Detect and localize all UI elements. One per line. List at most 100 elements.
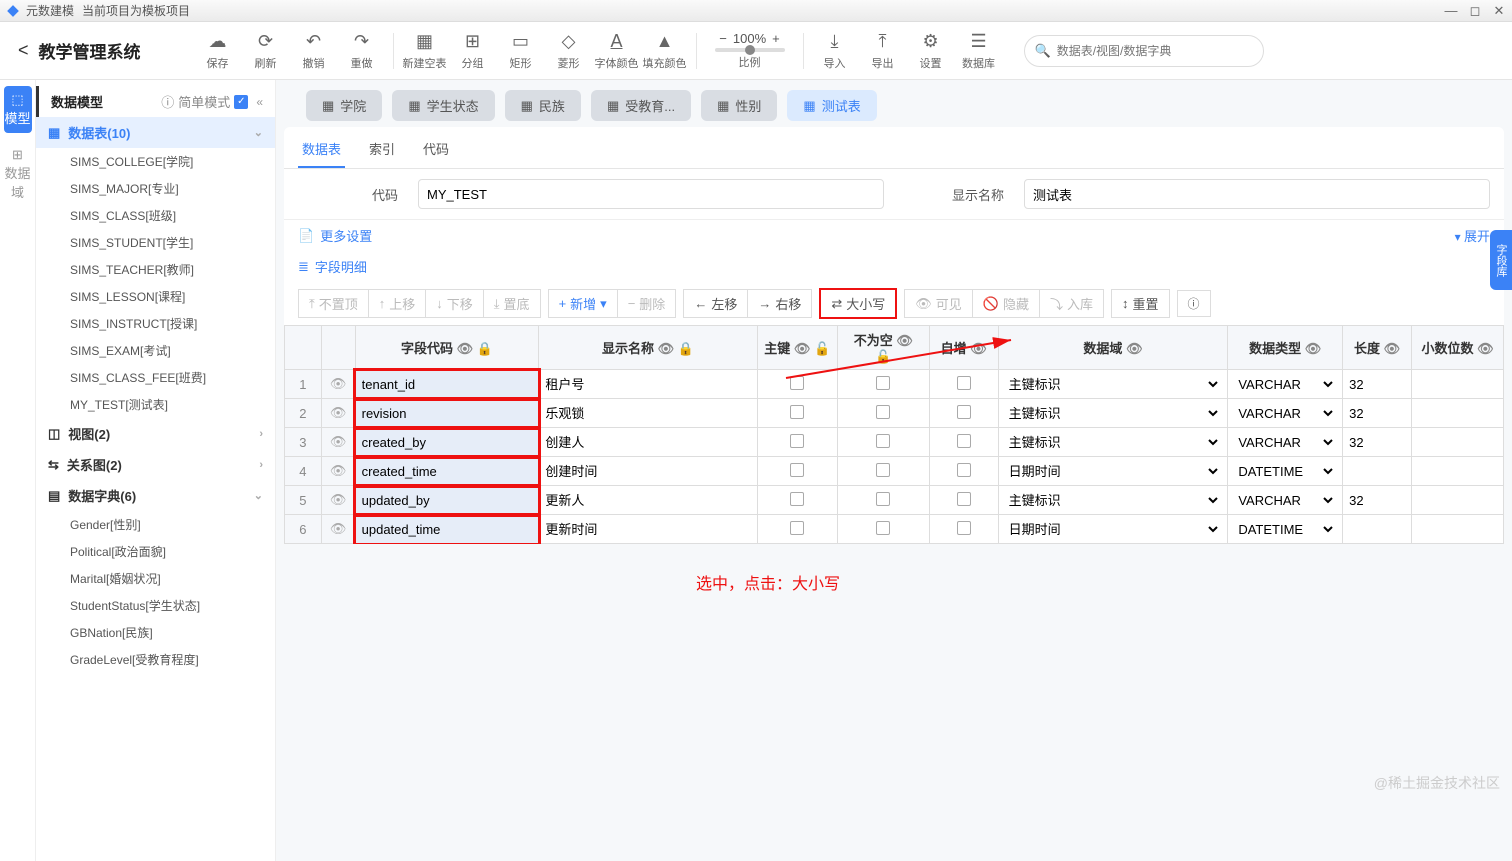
scale-input[interactable]: [1418, 377, 1497, 392]
auto-checkbox[interactable]: [957, 405, 971, 419]
len-input[interactable]: [1349, 435, 1405, 450]
type-select[interactable]: VARCHAR: [1234, 376, 1336, 393]
tool-up[interactable]: ↑上移: [368, 289, 427, 318]
rail-model[interactable]: ⬚模型: [4, 86, 32, 133]
domain-select[interactable]: 主键标识: [1005, 434, 1222, 451]
tab-学生状态[interactable]: ▦学生状态: [392, 90, 494, 121]
pk-checkbox[interactable]: [790, 463, 804, 477]
sidebar-dict-item[interactable]: Political[政治面貌]: [36, 538, 275, 565]
field-name-input[interactable]: [545, 492, 750, 507]
field-code-input[interactable]: [362, 522, 533, 537]
tool-visible[interactable]: 👁可见: [904, 289, 973, 318]
auto-checkbox[interactable]: [957, 463, 971, 477]
diamond-button[interactable]: ◇菱形: [546, 27, 592, 75]
auto-checkbox[interactable]: [957, 376, 971, 390]
zoom-control[interactable]: −100%+ 比例: [705, 31, 795, 70]
field-name-input[interactable]: [545, 434, 750, 449]
new-table-button[interactable]: ▦新建空表: [402, 27, 448, 75]
sidebar-table-item[interactable]: SIMS_CLASS_FEE[班费]: [36, 364, 275, 391]
more-settings[interactable]: 📄更多设置 ▾ 展开: [284, 219, 1504, 251]
field-name-input[interactable]: [545, 521, 750, 536]
tool-left[interactable]: ←左移: [683, 289, 748, 318]
scale-input[interactable]: [1418, 406, 1497, 421]
len-input[interactable]: [1349, 406, 1405, 421]
tab-民族[interactable]: ▦民族: [505, 90, 581, 121]
export-button[interactable]: ⤒导出: [860, 27, 906, 75]
scale-input[interactable]: [1418, 435, 1497, 450]
notnull-checkbox[interactable]: [876, 521, 890, 535]
tab-测试表[interactable]: ▦测试表: [787, 90, 876, 121]
tool-store[interactable]: ⤵入库: [1039, 289, 1104, 318]
maximize-button[interactable]: ◻: [1468, 4, 1482, 18]
table-row[interactable]: 1👁主键标识VARCHAR: [285, 370, 1504, 399]
field-code-input[interactable]: [362, 435, 533, 450]
tool-reset[interactable]: ↕重置: [1111, 289, 1170, 318]
tree-views[interactable]: ◫视图(2)›: [36, 418, 275, 449]
auto-checkbox[interactable]: [957, 521, 971, 535]
len-input[interactable]: [1349, 464, 1405, 479]
refresh-button[interactable]: ⟳刷新: [243, 27, 289, 75]
table-row[interactable]: 5👁主键标识VARCHAR: [285, 486, 1504, 515]
scale-input[interactable]: [1418, 493, 1497, 508]
auto-checkbox[interactable]: [957, 434, 971, 448]
subtab-datatable[interactable]: 数据表: [298, 131, 345, 168]
tool-add[interactable]: +新增▾: [548, 289, 618, 318]
len-input[interactable]: [1349, 522, 1405, 537]
sidebar-table-item[interactable]: MY_TEST[测试表]: [36, 391, 275, 418]
tab-受教育...[interactable]: ▦受教育...: [591, 90, 691, 121]
sidebar-table-item[interactable]: SIMS_STUDENT[学生]: [36, 229, 275, 256]
redo-button[interactable]: ↷重做: [339, 27, 385, 75]
scale-input[interactable]: [1418, 464, 1497, 479]
type-select[interactable]: DATETIME: [1234, 463, 1336, 480]
tab-学院[interactable]: ▦学院: [306, 90, 382, 121]
pk-checkbox[interactable]: [790, 376, 804, 390]
minimize-button[interactable]: —: [1444, 4, 1458, 18]
domain-select[interactable]: 主键标识: [1005, 492, 1222, 509]
field-code-input[interactable]: [362, 464, 533, 479]
auto-checkbox[interactable]: [957, 492, 971, 506]
type-select[interactable]: DATETIME: [1234, 521, 1336, 538]
pk-checkbox[interactable]: [790, 405, 804, 419]
sidebar-dict-item[interactable]: StudentStatus[学生状态]: [36, 592, 275, 619]
undo-button[interactable]: ↶撤销: [291, 27, 337, 75]
code-input[interactable]: [418, 179, 884, 209]
domain-select[interactable]: 主键标识: [1005, 405, 1222, 422]
domain-select[interactable]: 主键标识: [1005, 376, 1222, 393]
sidebar-table-item[interactable]: SIMS_TEACHER[教师]: [36, 256, 275, 283]
sidebar-table-item[interactable]: SIMS_CLASS[班级]: [36, 202, 275, 229]
field-name-input[interactable]: [545, 463, 750, 478]
subtab-code[interactable]: 代码: [419, 131, 453, 168]
rect-button[interactable]: ▭矩形: [498, 27, 544, 75]
tree-relations[interactable]: ⇆关系图(2)›: [36, 449, 275, 480]
tool-top[interactable]: ⤒不置顶: [298, 289, 369, 318]
sidebar-dict-item[interactable]: GradeLevel[受教育程度]: [36, 646, 275, 673]
table-row[interactable]: 2👁主键标识VARCHAR: [285, 399, 1504, 428]
fill-color-button[interactable]: ▲填充颜色: [642, 27, 688, 75]
tool-down[interactable]: ↓下移: [425, 289, 484, 318]
database-button[interactable]: ☰数据库: [956, 27, 1002, 75]
type-select[interactable]: VARCHAR: [1234, 492, 1336, 509]
sidebar-table-item[interactable]: SIMS_COLLEGE[学院]: [36, 148, 275, 175]
field-name-input[interactable]: [545, 405, 750, 420]
domain-select[interactable]: 日期时间: [1005, 521, 1222, 538]
domain-select[interactable]: 日期时间: [1005, 463, 1222, 480]
sidebar-table-item[interactable]: SIMS_MAJOR[专业]: [36, 175, 275, 202]
sidebar-table-item[interactable]: SIMS_INSTRUCT[授课]: [36, 310, 275, 337]
pk-checkbox[interactable]: [790, 434, 804, 448]
field-name-input[interactable]: [545, 376, 750, 391]
field-library-panel[interactable]: 字段库: [1490, 230, 1512, 290]
notnull-checkbox[interactable]: [876, 463, 890, 477]
tool-bottom[interactable]: ⤓置底: [483, 289, 541, 318]
sidebar-dict-item[interactable]: GBNation[民族]: [36, 619, 275, 646]
sidebar-collapse[interactable]: «: [256, 95, 263, 109]
len-input[interactable]: [1349, 493, 1405, 508]
field-code-input[interactable]: [362, 406, 533, 421]
name-input[interactable]: [1024, 179, 1490, 209]
tool-delete[interactable]: −删除: [617, 289, 677, 318]
table-row[interactable]: 6👁日期时间DATETIME: [285, 515, 1504, 544]
back-button[interactable]: <: [10, 40, 37, 61]
tool-help[interactable]: ⓘ: [1177, 290, 1211, 317]
font-color-button[interactable]: A字体颜色: [594, 27, 640, 75]
pk-checkbox[interactable]: [790, 492, 804, 506]
table-row[interactable]: 4👁日期时间DATETIME: [285, 457, 1504, 486]
